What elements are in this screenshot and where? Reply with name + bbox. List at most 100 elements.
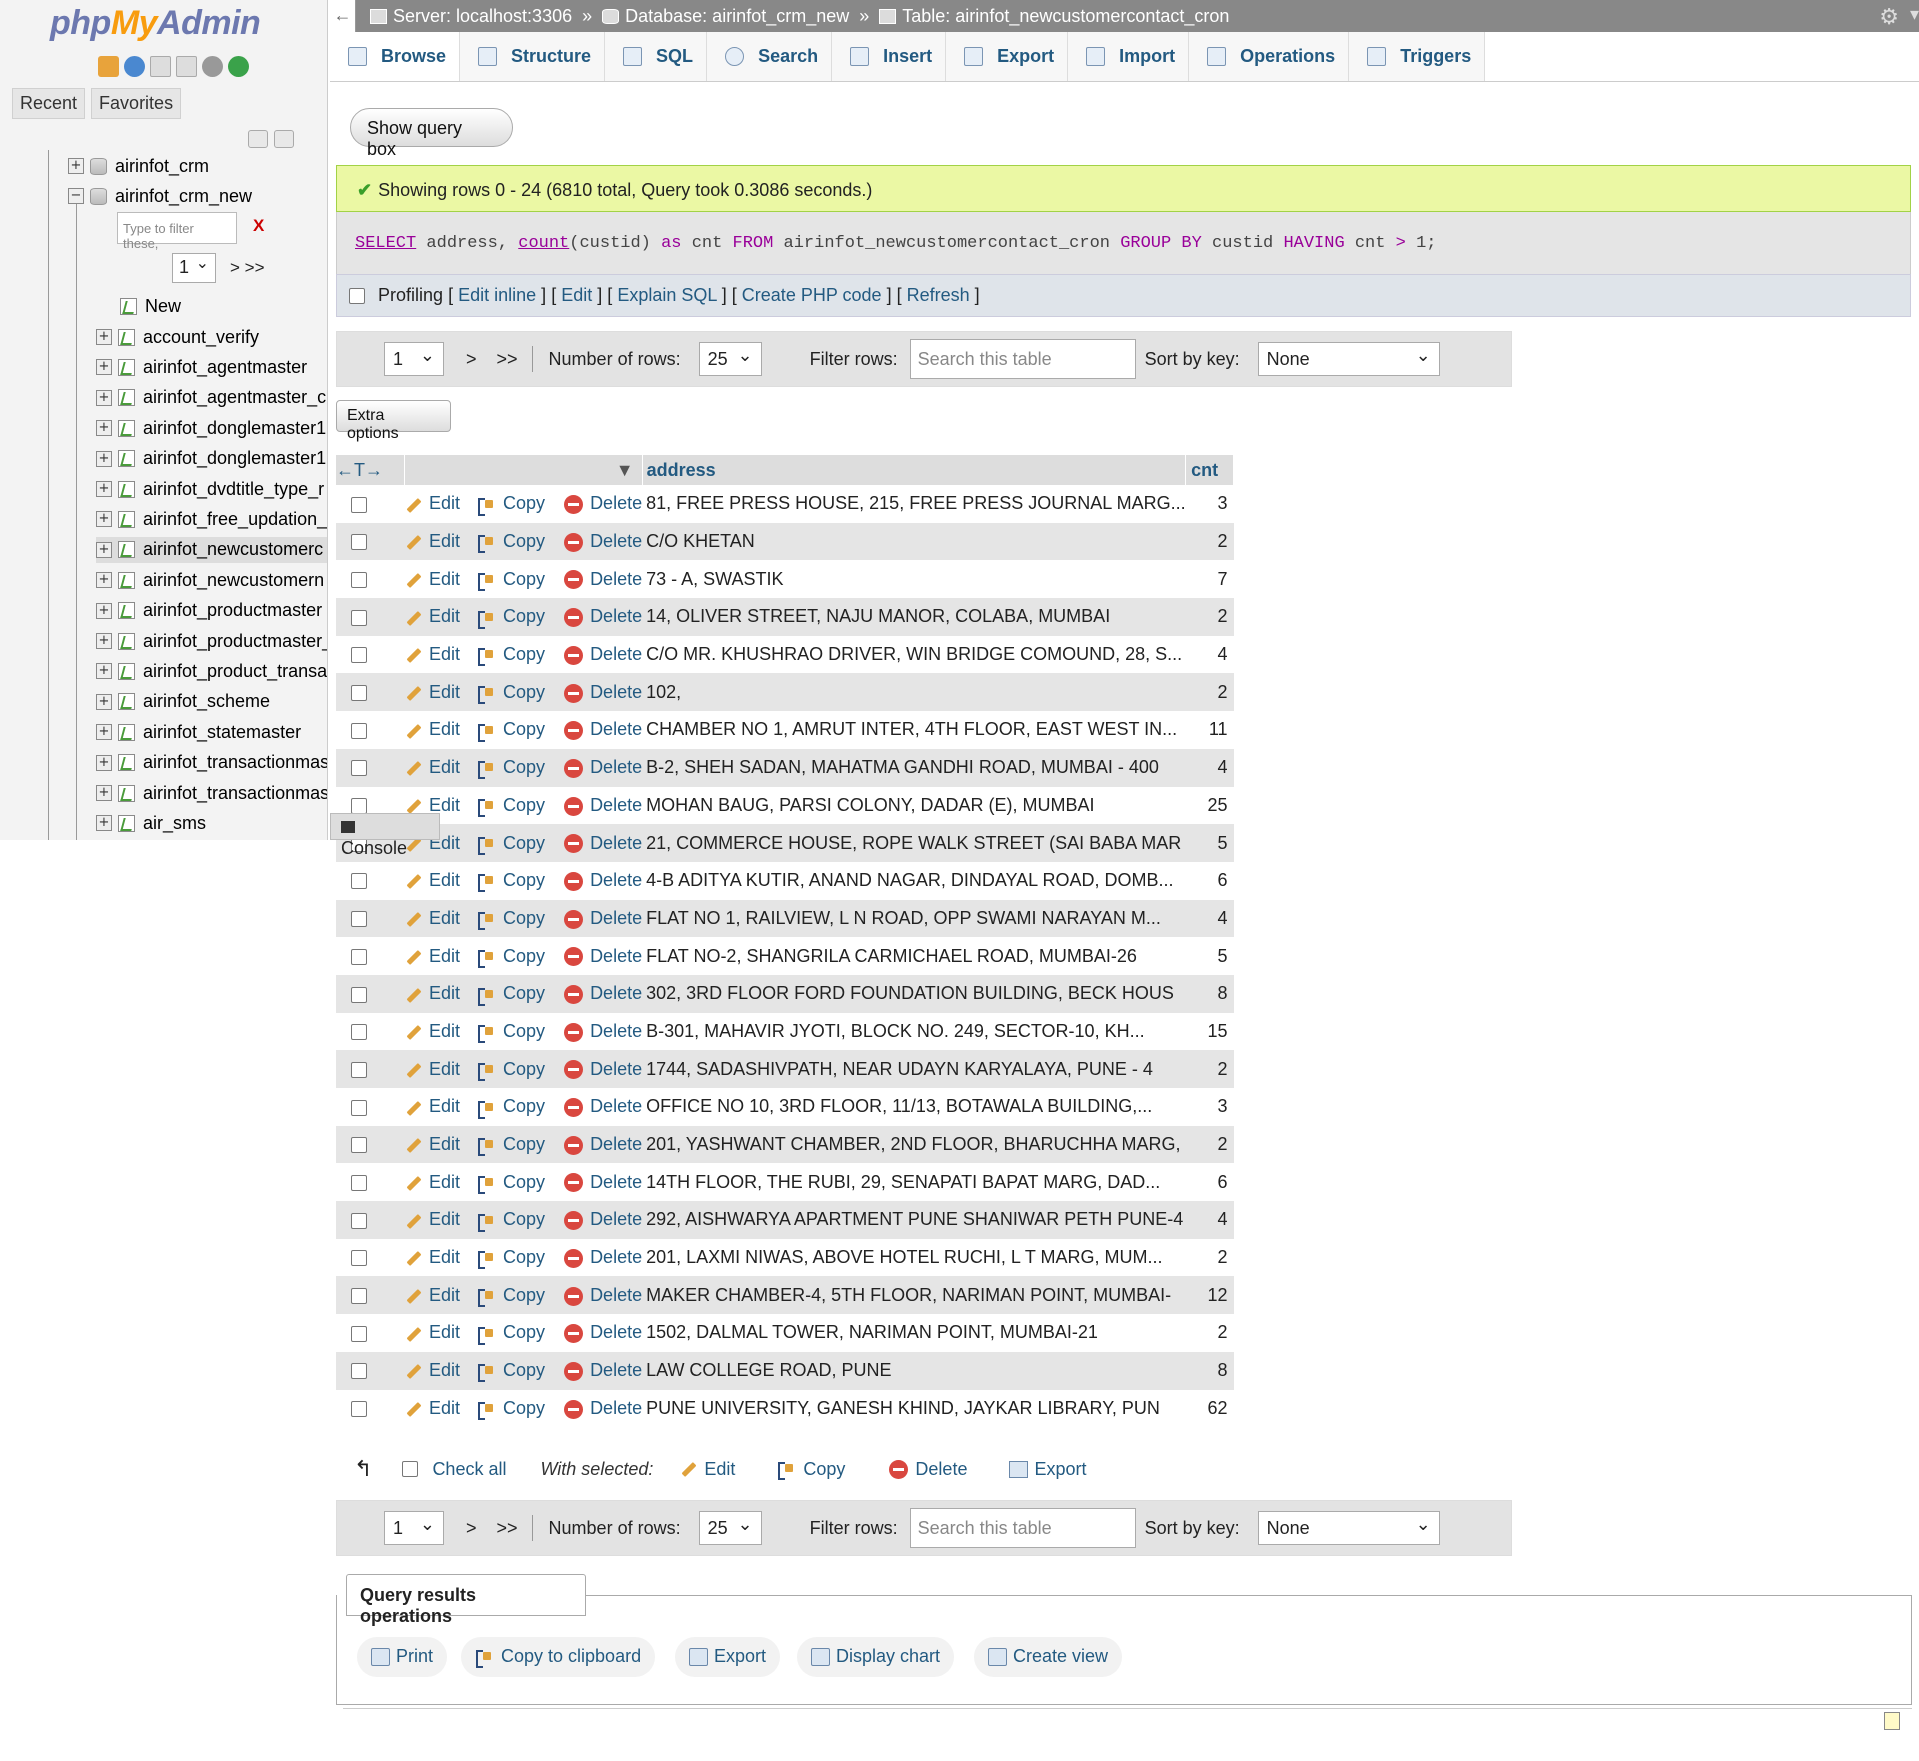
column-menu-icon[interactable]: ▼	[404, 455, 643, 485]
row-edit-link[interactable]: Edit	[429, 719, 460, 739]
row-delete-link[interactable]: Delete	[590, 1059, 642, 1079]
rows-per-page-select[interactable]: 25	[698, 342, 762, 376]
cell-address[interactable]: B-301, MAHAVIR JYOTI, BLOCK NO. 249, SEC…	[642, 1012, 1186, 1051]
filter-rows-input[interactable]: Search this table	[909, 1508, 1136, 1548]
collapse-icon[interactable]: −	[68, 188, 84, 204]
cell-cnt[interactable]: 7	[1185, 560, 1234, 599]
settings-gear-icon[interactable]	[202, 56, 223, 77]
row-checkbox[interactable]	[351, 1363, 367, 1380]
nav-tab-favorites[interactable]: Favorites	[91, 88, 182, 119]
cell-cnt[interactable]: 2	[1185, 598, 1234, 636]
row-delete-link[interactable]: Delete	[590, 1209, 642, 1229]
expand-icon[interactable]: +	[96, 754, 112, 771]
cell-address[interactable]: 14TH FLOOR, THE RUBI, 29, SENAPATI BAPAT…	[642, 1163, 1186, 1202]
row-checkbox[interactable]	[351, 647, 367, 664]
cell-address[interactable]: 1744, SADASHIVPATH, NEAR UDAYN KARYALAYA…	[642, 1050, 1186, 1088]
bulk-export-button[interactable]: Export	[1034, 1459, 1086, 1480]
row-copy-link[interactable]: Copy	[503, 682, 545, 702]
cell-address[interactable]: FLAT NO-2, SHANGRILA CARMICHAEL ROAD, MU…	[642, 937, 1186, 975]
row-checkbox[interactable]	[351, 911, 367, 928]
console-corner-icon[interactable]	[1884, 1712, 1900, 1730]
row-edit-link[interactable]: Edit	[429, 531, 460, 551]
row-edit-link[interactable]: Edit	[429, 1096, 460, 1116]
edit-query-link[interactable]: Edit	[561, 285, 592, 305]
row-copy-link[interactable]: Copy	[503, 1096, 545, 1116]
cell-cnt[interactable]: 6	[1185, 1163, 1234, 1202]
cell-address[interactable]: C/O KHETAN	[642, 522, 1186, 561]
bulk-edit-button[interactable]: Edit	[704, 1459, 735, 1480]
sidebar-item-table[interactable]: + airinfot_donglemaster1	[96, 446, 326, 472]
sidebar-item-table[interactable]: + airinfot_productmaster	[96, 598, 322, 624]
cell-cnt[interactable]: 8	[1185, 1351, 1234, 1390]
cell-address[interactable]: PUNE UNIVERSITY, GANESH KHIND, JAYKAR LI…	[642, 1389, 1186, 1428]
cell-cnt[interactable]: 15	[1185, 1012, 1234, 1051]
expand-icon[interactable]: +	[96, 450, 112, 467]
export-button[interactable]: Export	[675, 1637, 781, 1677]
row-copy-link[interactable]: Copy	[503, 719, 545, 739]
cell-address[interactable]: 81, FREE PRESS HOUSE, 215, FREE PRESS JO…	[642, 485, 1186, 523]
page-select[interactable]: 1	[384, 1511, 444, 1545]
cell-address[interactable]: 14, OLIVER STREET, NAJU MANOR, COLABA, M…	[642, 598, 1186, 636]
row-edit-link[interactable]: Edit	[429, 682, 460, 702]
row-copy-link[interactable]: Copy	[503, 1285, 545, 1305]
tab-triggers[interactable]: Triggers	[1349, 32, 1486, 81]
row-copy-link[interactable]: Copy	[503, 908, 545, 928]
sidebar-item-table[interactable]: + air_sms	[96, 810, 206, 836]
sort-by-key-select[interactable]: None	[1257, 342, 1440, 376]
sidebar-item-table[interactable]: + airinfot_statemaster	[96, 719, 301, 745]
expand-icon[interactable]: +	[96, 633, 112, 649]
row-copy-link[interactable]: Copy	[503, 1398, 545, 1418]
row-copy-link[interactable]: Copy	[503, 531, 545, 551]
cell-address[interactable]: LAW COLLEGE ROAD, PUNE	[642, 1351, 1186, 1390]
row-copy-link[interactable]: Copy	[503, 1059, 545, 1079]
filter-rows-input[interactable]: Search this table	[909, 339, 1136, 379]
row-copy-link[interactable]: Copy	[503, 1247, 545, 1267]
row-checkbox[interactable]	[351, 986, 367, 1003]
row-delete-link[interactable]: Delete	[590, 719, 642, 739]
expand-icon[interactable]: +	[96, 815, 112, 832]
tab-browse[interactable]: Browse	[330, 32, 461, 81]
cell-address[interactable]: 4-B ADITYA KUTIR, ANAND NAGAR, DINDAYAL …	[642, 861, 1186, 900]
edit-inline-link[interactable]: Edit inline	[458, 285, 536, 305]
breadcrumb-table[interactable]: Table: airinfot_newcustomercontact_cron	[902, 6, 1229, 27]
cell-cnt[interactable]: 5	[1185, 937, 1234, 975]
cell-cnt[interactable]: 11	[1185, 711, 1234, 749]
db-tree-item[interactable]: + airinfot_crm	[68, 153, 209, 179]
row-checkbox[interactable]	[351, 1325, 367, 1342]
column-resize-arrows[interactable]: ←T→	[336, 455, 405, 485]
row-delete-link[interactable]: Delete	[590, 682, 642, 702]
row-delete-link[interactable]: Delete	[590, 606, 642, 626]
refresh-link[interactable]: Refresh	[907, 285, 970, 305]
last-page-button[interactable]: >>	[497, 1518, 518, 1539]
row-checkbox[interactable]	[351, 760, 367, 777]
cell-cnt[interactable]: 3	[1185, 1088, 1234, 1126]
sidebar-item-table[interactable]: + airinfot_product_transa	[96, 658, 327, 684]
row-edit-link[interactable]: Edit	[429, 1398, 460, 1418]
row-checkbox[interactable]	[351, 1137, 367, 1154]
row-delete-link[interactable]: Delete	[590, 1285, 642, 1305]
tab-operations[interactable]: Operations	[1189, 32, 1350, 81]
row-copy-link[interactable]: Copy	[503, 757, 545, 777]
row-edit-link[interactable]: Edit	[429, 1285, 460, 1305]
sidebar-item-table[interactable]: + airinfot_agentmaster	[96, 354, 307, 380]
row-copy-link[interactable]: Copy	[503, 493, 545, 513]
row-checkbox[interactable]	[351, 1250, 367, 1267]
print-button[interactable]: Print	[357, 1637, 448, 1677]
cell-cnt[interactable]: 4	[1185, 1201, 1234, 1239]
menu-toggle-icon[interactable]: ▾	[1910, 4, 1919, 25]
breadcrumb-database[interactable]: Database: airinfot_crm_new	[625, 6, 849, 27]
expand-icon[interactable]: +	[96, 663, 112, 680]
nav-page-select[interactable]: 1	[172, 253, 216, 283]
tab-export[interactable]: Export	[946, 32, 1069, 81]
cell-cnt[interactable]: 12	[1185, 1276, 1234, 1315]
cell-cnt[interactable]: 62	[1185, 1389, 1234, 1428]
cell-address[interactable]: 292, AISHWARYA APARTMENT PUNE SHANIWAR P…	[642, 1201, 1186, 1239]
page-select[interactable]: 1	[384, 342, 444, 376]
tab-search[interactable]: Search	[707, 32, 833, 81]
profiling-checkbox[interactable]	[349, 288, 365, 305]
cell-cnt[interactable]: 2	[1185, 1125, 1234, 1164]
nav-page-next[interactable]: > >>	[230, 258, 265, 278]
collapse-all-icon[interactable]	[248, 130, 268, 148]
explain-sql-link[interactable]: Explain SQL	[617, 285, 716, 305]
row-delete-link[interactable]: Delete	[590, 569, 642, 589]
